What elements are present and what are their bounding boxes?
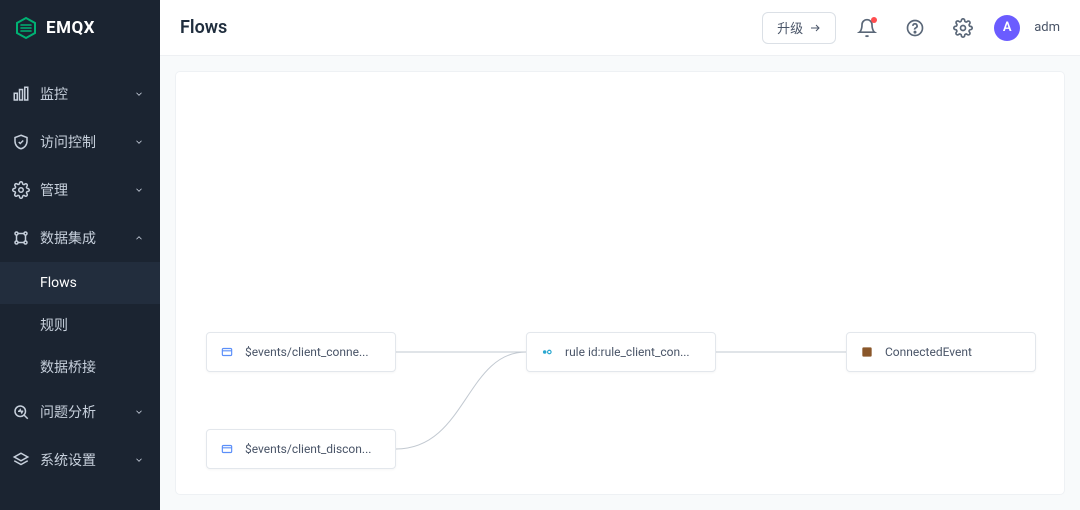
sidebar-item-monitor[interactable]: 监控 [0,70,160,118]
chevron-down-icon [134,407,144,417]
header: Flows 升级 A adm [160,0,1080,56]
flow-node-label: ConnectedEvent [885,345,972,359]
chevron-up-icon [134,233,144,243]
sidebar-item-management[interactable]: 管理 [0,166,160,214]
flow-node-sink[interactable]: ConnectedEvent [846,332,1036,372]
sidebar-subitem-rules[interactable]: 规则 [0,304,160,346]
sidebar-item-integration[interactable]: 数据集成 [0,214,160,262]
sidebar-item-system[interactable]: 系统设置 [0,436,160,484]
user-avatar[interactable]: A [994,15,1020,41]
sidebar: EMQX 监控 访问控制 [0,0,160,510]
hexagon-logo-icon [14,16,38,40]
gear-icon [12,181,30,199]
sidebar-subitem-flows[interactable]: Flows [0,262,160,304]
arrow-right-icon [809,22,821,34]
sidebar-nav: 监控 访问控制 管理 [0,56,160,484]
gear-icon [953,18,973,38]
notifications-button[interactable] [850,11,884,45]
sidebar-subitem-label: 规则 [40,315,68,335]
chevron-down-icon [134,455,144,465]
user-name: adm [1034,20,1060,35]
brand-name: EMQX [46,18,95,38]
layers-icon [12,451,30,469]
sidebar-item-label: 系统设置 [40,450,96,470]
chevron-down-icon [134,89,144,99]
rule-icon [539,344,555,360]
sidebar-item-label: 访问控制 [40,132,96,152]
help-button[interactable] [898,11,932,45]
sidebar-subitem-label: 数据桥接 [40,357,96,377]
event-icon [219,441,235,457]
flow-node-label: $events/client_discon... [245,442,371,456]
monitor-icon [12,85,30,103]
shield-icon [12,133,30,151]
flow-node-label: $events/client_conne... [245,345,369,359]
sidebar-subitem-data-bridge[interactable]: 数据桥接 [0,346,160,388]
diagnose-icon [12,403,30,421]
flow-canvas[interactable]: $events/client_conne... $events/client_d… [176,72,1064,494]
sidebar-item-label: 数据集成 [40,228,96,248]
edge-n2-n3 [396,352,526,449]
chevron-down-icon [134,137,144,147]
sidebar-subitem-label: Flows [40,275,77,291]
chevron-down-icon [134,185,144,195]
flow-node-label: rule id:rule_client_con... [565,345,690,359]
settings-button[interactable] [946,11,980,45]
flow-node-rule[interactable]: rule id:rule_client_con... [526,332,716,372]
event-icon [219,344,235,360]
page-title: Flows [180,17,227,38]
help-icon [905,18,925,38]
sidebar-item-label: 监控 [40,84,68,104]
flow-node-event-connected[interactable]: $events/client_conne... [206,332,396,372]
notification-dot-icon [871,17,877,23]
main-area: Flows 升级 A adm [160,0,1080,510]
sidebar-item-label: 问题分析 [40,402,96,422]
upgrade-button-label: 升级 [777,18,803,37]
sidebar-item-diagnose[interactable]: 问题分析 [0,388,160,436]
sink-icon [859,344,875,360]
flow-canvas-wrapper: $events/client_conne... $events/client_d… [160,56,1080,510]
integration-icon [12,229,30,247]
sidebar-item-access-control[interactable]: 访问控制 [0,118,160,166]
user-avatar-initial: A [1003,20,1012,35]
upgrade-button[interactable]: 升级 [762,12,836,44]
flow-node-event-disconnected[interactable]: $events/client_discon... [206,429,396,469]
brand-logo[interactable]: EMQX [0,0,160,56]
sidebar-item-label: 管理 [40,180,68,200]
